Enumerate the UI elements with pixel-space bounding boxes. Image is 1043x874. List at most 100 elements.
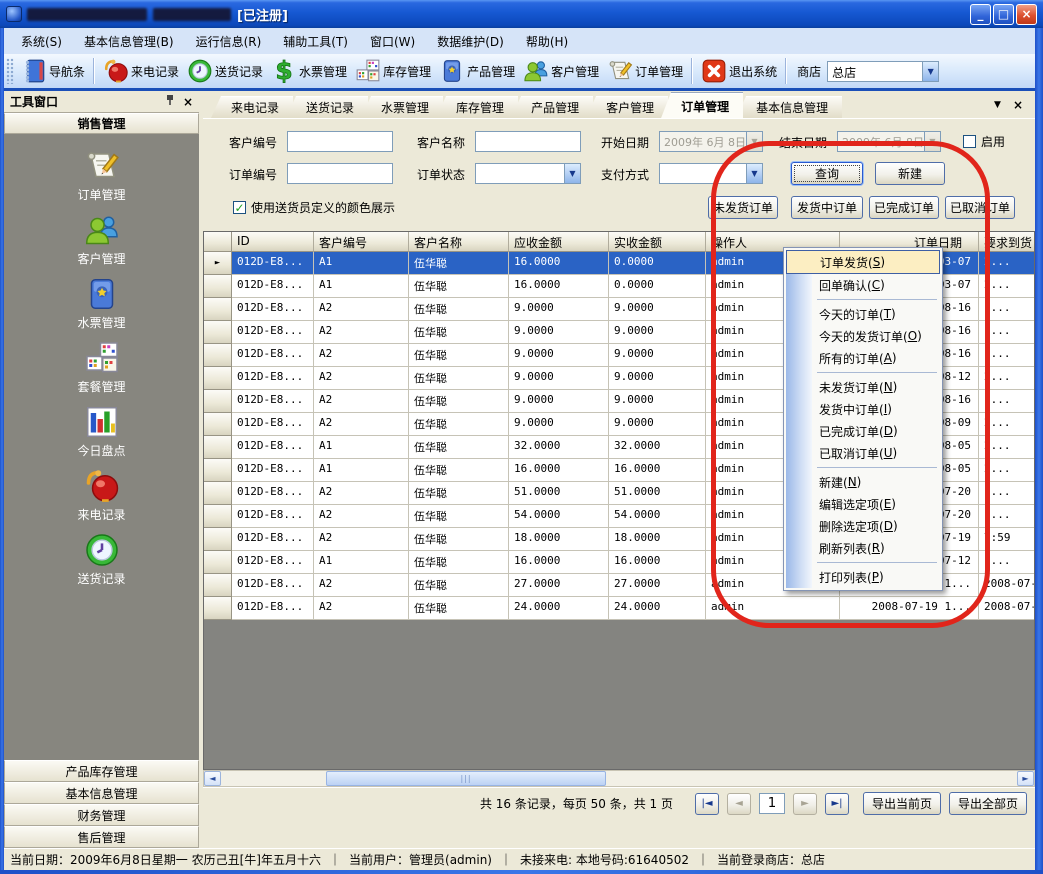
sidebar-group-财务管理[interactable]: 财务管理: [4, 804, 199, 826]
context-menu-item-订单发货[interactable]: 订单发货(S): [786, 250, 940, 274]
toolbar-导航条[interactable]: 导航条: [17, 56, 89, 86]
tab-dropdown-icon[interactable]: ▼: [994, 100, 1001, 110]
pin-icon[interactable]: [165, 94, 175, 109]
row-selector[interactable]: [204, 505, 232, 528]
context-menu-item-回单确认[interactable]: 回单确认(C): [786, 274, 940, 296]
column-header-应收金额[interactable]: 应收金额: [509, 232, 609, 252]
color-checkbox[interactable]: ✓: [233, 201, 246, 214]
menu-item-2[interactable]: 基本信息管理(B): [73, 30, 185, 53]
toolbar-来电记录[interactable]: 来电记录: [99, 56, 183, 86]
export-current-page-button[interactable]: 导出当前页: [863, 792, 941, 815]
scrollbar-thumb[interactable]: |||: [326, 771, 606, 786]
menu-item-1[interactable]: 系统(S): [10, 30, 73, 53]
prev-page-button[interactable]: ◄: [727, 793, 751, 815]
start-date-picker[interactable]: 2009年 6月 8日▼: [659, 131, 763, 152]
toolbar-订单管理[interactable]: 订单管理: [603, 56, 687, 86]
tab-库存管理[interactable]: 库存管理: [436, 96, 518, 118]
context-menu-item-今天的发货订单[interactable]: 今天的发货订单(O): [786, 325, 940, 347]
context-menu-item-删除选定项[interactable]: 删除选定项(D): [786, 515, 940, 537]
context-menu-item-未发货订单[interactable]: 未发货订单(N): [786, 376, 940, 398]
sidebar-group-基本信息管理[interactable]: 基本信息管理: [4, 782, 199, 804]
export-all-pages-button[interactable]: 导出全部页: [949, 792, 1027, 815]
next-page-button[interactable]: ►: [793, 793, 817, 815]
context-menu-item-打印列表[interactable]: 打印列表(P): [786, 566, 940, 588]
context-menu-item-新建[interactable]: 新建(N): [786, 471, 940, 493]
tab-送货记录[interactable]: 送货记录: [286, 96, 368, 118]
context-menu-item-所有的订单[interactable]: 所有的订单(A): [786, 347, 940, 369]
menu-item-3[interactable]: 运行信息(R): [185, 30, 273, 53]
query-button[interactable]: 查询: [791, 162, 863, 185]
row-selector[interactable]: [204, 275, 232, 298]
toolbar-grip[interactable]: [6, 58, 14, 84]
menu-item-6[interactable]: 数据维护(D): [426, 30, 515, 53]
column-header-客户名称[interactable]: 客户名称: [409, 232, 509, 252]
toolbar-库存管理[interactable]: 库存管理: [351, 56, 435, 86]
customer-no-input[interactable]: [287, 131, 393, 152]
row-selector[interactable]: [204, 390, 232, 413]
color-checkbox-group[interactable]: ✓ 使用送货员定义的颜色展示: [233, 199, 395, 216]
toolbar-送货记录[interactable]: 送货记录: [183, 56, 267, 86]
sidebar-item-套餐管理[interactable]: 套餐管理: [42, 340, 162, 395]
enable-checkbox[interactable]: [963, 135, 976, 148]
row-selector[interactable]: [204, 482, 232, 505]
sidebar-group-产品库存管理[interactable]: 产品库存管理: [4, 760, 199, 782]
sidebar-item-订单管理[interactable]: 订单管理: [42, 148, 162, 203]
last-page-button[interactable]: ►|: [825, 793, 849, 815]
sidebar-item-客户管理[interactable]: 客户管理: [42, 212, 162, 267]
scroll-right-icon[interactable]: ►: [1017, 771, 1034, 786]
sidebar-item-水票管理[interactable]: 水票管理: [42, 276, 162, 331]
row-selector[interactable]: [204, 436, 232, 459]
menu-item-7[interactable]: 帮助(H): [515, 30, 579, 53]
horizontal-scrollbar[interactable]: ◄ ||| ►: [203, 770, 1035, 787]
row-selector[interactable]: [204, 298, 232, 321]
customer-name-input[interactable]: [475, 131, 581, 152]
minimize-button[interactable]: _: [970, 4, 991, 25]
context-menu-item-已取消订单[interactable]: 已取消订单(U): [786, 442, 940, 464]
row-selector[interactable]: [204, 551, 232, 574]
sidebar-section-sales[interactable]: 销售管理: [4, 113, 199, 134]
end-date-picker[interactable]: 2009年 6月 8日▼: [837, 131, 941, 152]
status-filter-发货中订单[interactable]: 发货中订单: [791, 196, 863, 219]
tab-客户管理[interactable]: 客户管理: [586, 96, 668, 118]
pay-method-select[interactable]: ▼: [659, 163, 763, 184]
scroll-left-icon[interactable]: ◄: [204, 771, 221, 786]
context-menu-item-编辑选定项[interactable]: 编辑选定项(E): [786, 493, 940, 515]
context-menu-item-发货中订单[interactable]: 发货中订单(I): [786, 398, 940, 420]
first-page-button[interactable]: |◄: [695, 793, 719, 815]
order-status-select[interactable]: ▼: [475, 163, 581, 184]
status-filter-已完成订单[interactable]: 已完成订单: [869, 196, 939, 219]
sidebar-item-来电记录[interactable]: 来电记录: [42, 468, 162, 523]
column-header-要求到货日期[interactable]: 要求到货日期: [979, 232, 1035, 252]
column-header-客户编号[interactable]: 客户编号: [314, 232, 409, 252]
shop-select[interactable]: 总店▼: [827, 61, 939, 82]
tab-产品管理[interactable]: 产品管理: [511, 96, 593, 118]
row-selector[interactable]: [204, 321, 232, 344]
maximize-button[interactable]: □: [993, 4, 1014, 25]
row-selector[interactable]: [204, 528, 232, 551]
close-button[interactable]: ×: [1016, 4, 1037, 25]
row-selector[interactable]: [204, 574, 232, 597]
status-filter-已取消订单[interactable]: 已取消订单: [945, 196, 1015, 219]
page-number-input[interactable]: [759, 793, 785, 814]
column-header-ID[interactable]: ID: [232, 232, 314, 252]
row-selector[interactable]: [204, 344, 232, 367]
row-selector[interactable]: ►: [204, 252, 232, 275]
tab-来电记录[interactable]: 来电记录: [211, 96, 293, 118]
toolbar-水票管理[interactable]: $水票管理: [267, 56, 351, 86]
toolbar-退出系统[interactable]: 退出系统: [697, 56, 781, 86]
scrollbar-track[interactable]: |||: [221, 771, 1017, 786]
sidebar-group-售后管理[interactable]: 售后管理: [4, 826, 199, 848]
context-menu-item-今天的订单[interactable]: 今天的订单(T): [786, 303, 940, 325]
row-selector[interactable]: [204, 413, 232, 436]
context-menu-item-已完成订单[interactable]: 已完成订单(D): [786, 420, 940, 442]
new-button[interactable]: 新建: [875, 162, 945, 185]
sidebar-item-送货记录[interactable]: 送货记录: [42, 532, 162, 587]
sidebar-item-今日盘点[interactable]: 今日盘点: [42, 404, 162, 459]
context-menu-item-刷新列表[interactable]: 刷新列表(R): [786, 537, 940, 559]
tab-订单管理[interactable]: 订单管理: [661, 92, 743, 118]
table-row[interactable]: 012D-E8...A2伍华聪24.000024.0000admin2008-0…: [204, 597, 1035, 620]
status-filter-未发货订单[interactable]: 未发货订单: [708, 196, 778, 219]
menu-item-4[interactable]: 辅助工具(T): [272, 30, 359, 53]
chevron-down-icon[interactable]: ▼: [922, 62, 938, 81]
row-selector[interactable]: [204, 367, 232, 390]
